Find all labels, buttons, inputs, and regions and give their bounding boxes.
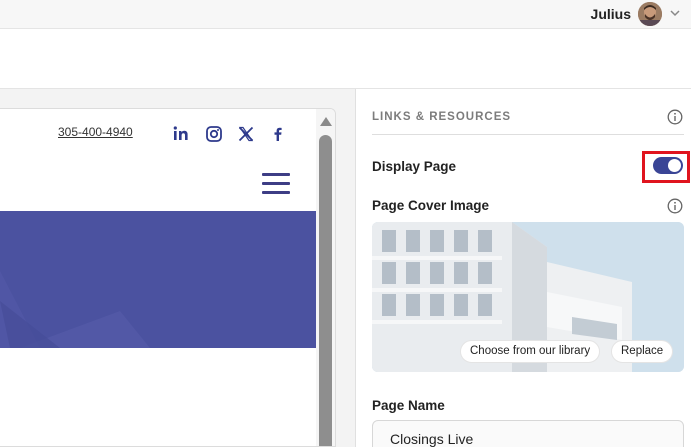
page-name-label: Page Name [372,398,445,413]
replace-button[interactable]: Replace [611,340,674,363]
app-window: Julius 305-400-4940 LINKS & RESOURCES Di… [0,0,691,447]
choose-library-button[interactable]: Choose from our library [460,340,601,363]
settings-panel: LINKS & RESOURCES Display Page Page Cove… [357,89,691,447]
facebook-icon[interactable] [269,125,287,143]
info-icon[interactable] [667,109,683,125]
linkedin-icon[interactable] [172,125,190,143]
toolbar [0,29,691,89]
toggle-knob [668,159,681,172]
chevron-down-icon[interactable] [669,7,681,19]
top-bar: Julius [0,0,691,29]
section-title: LINKS & RESOURCES [372,111,512,123]
instagram-icon[interactable] [205,125,223,143]
preview-scrollbar[interactable] [316,109,335,446]
divider [372,134,684,135]
page-preview[interactable]: 305-400-4940 [0,108,336,447]
cover-image-label: Page Cover Image [372,198,490,213]
phone-link[interactable]: 305-400-4940 [58,125,133,139]
banner-pattern-icon [0,271,150,348]
scroll-thumb[interactable] [319,135,332,446]
info-icon[interactable] [667,198,683,214]
x-icon[interactable] [237,125,255,143]
canvas-area: 305-400-4940 [0,89,356,447]
scroll-up-icon[interactable] [320,117,332,126]
user-name[interactable]: Julius [591,6,631,22]
display-page-label: Display Page [372,159,457,174]
display-page-toggle[interactable] [653,157,683,174]
cover-image: Choose from our library Replace [372,222,684,372]
hero-banner [0,211,316,348]
page-name-input[interactable]: Closings Live [372,420,684,447]
menu-icon[interactable] [262,173,290,195]
avatar[interactable] [638,2,662,26]
